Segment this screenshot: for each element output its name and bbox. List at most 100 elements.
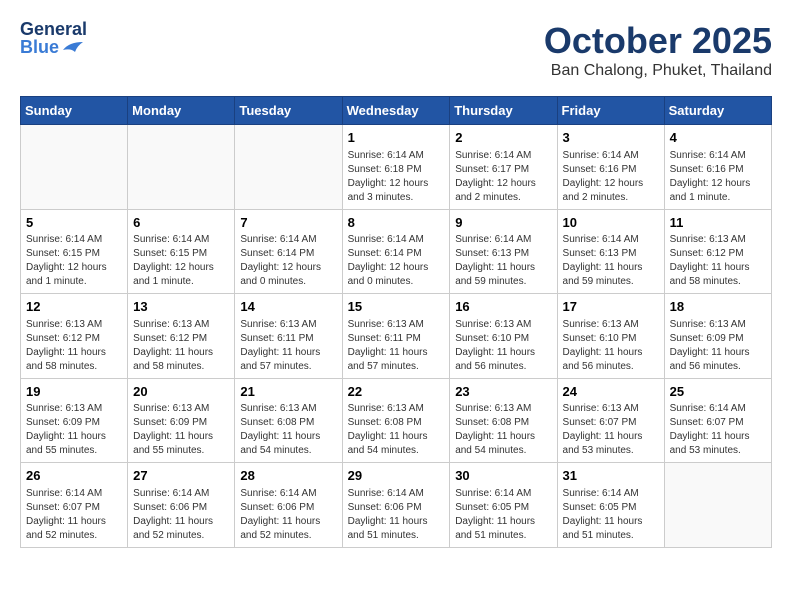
calendar-cell: 1 Sunrise: 6:14 AM Sunset: 6:18 PM Daylig… [342,125,450,210]
day-number: 12 [26,298,122,316]
day-number: 26 [26,467,122,485]
day-number: 10 [563,214,659,232]
day-info: Sunrise: 6:13 AM Sunset: 6:08 PM Dayligh… [240,402,336,458]
calendar-cell [235,125,342,210]
weekday-header-sunday: Sunday [21,97,128,125]
day-number: 18 [670,298,766,316]
day-number: 16 [455,298,551,316]
weekday-header-tuesday: Tuesday [235,97,342,125]
week-row-3: 12 Sunrise: 6:13 AM Sunset: 6:12 PM Dayli… [21,294,772,379]
calendar-cell: 17 Sunrise: 6:13 AM Sunset: 6:10 PM Dayli… [557,294,664,379]
day-info: Sunrise: 6:13 AM Sunset: 6:09 PM Dayligh… [26,402,122,458]
day-number: 28 [240,467,336,485]
title-block: October 2025 Ban Chalong, Phuket, Thaila… [544,20,772,80]
calendar-cell: 7Sunrise: 6:14 AM Sunset: 6:14 PM Daylig… [235,209,342,294]
day-number: 14 [240,298,336,316]
day-info: Sunrise: 6:14 AM Sunset: 6:07 PM Dayligh… [26,487,122,543]
day-info: Sunrise: 6:14 AM Sunset: 6:15 PM Dayligh… [133,233,229,289]
weekday-header-thursday: Thursday [450,97,557,125]
calendar-cell: 25Sunrise: 6:14 AM Sunset: 6:07 PM Dayli… [664,378,771,463]
calendar-cell: 8Sunrise: 6:14 AM Sunset: 6:14 PM Daylig… [342,209,450,294]
day-info: Sunrise: 6:14 AM Sunset: 6:06 PM Dayligh… [348,487,445,543]
weekday-header-monday: Monday [128,97,235,125]
day-number: 1 [348,129,445,147]
calendar-cell: 13 Sunrise: 6:13 AM Sunset: 6:12 PM Dayli… [128,294,235,379]
day-info: Sunrise: 6:13 AM Sunset: 6:11 PM Dayligh… [348,318,445,374]
calendar-cell: 5Sunrise: 6:14 AM Sunset: 6:15 PM Daylig… [21,209,128,294]
day-number: 31 [563,467,659,485]
day-number: 17 [563,298,659,316]
logo: General Blue [20,20,87,56]
calendar-cell: 20Sunrise: 6:13 AM Sunset: 6:09 PM Dayli… [128,378,235,463]
day-number: 23 [455,383,551,401]
day-info: Sunrise: 6:13 AM Sunset: 6:09 PM Dayligh… [133,402,229,458]
day-number: 22 [348,383,445,401]
day-info: Sunrise: 6:14 AM Sunset: 6:16 PM Dayligh… [670,149,766,205]
weekday-header-saturday: Saturday [664,97,771,125]
calendar-cell: 30 Sunrise: 6:14 AM Sunset: 6:05 PM Dayli… [450,463,557,548]
day-number: 7 [240,214,336,232]
week-row-5: 26 Sunrise: 6:14 AM Sunset: 6:07 PM Dayli… [21,463,772,548]
weekday-header-wednesday: Wednesday [342,97,450,125]
calendar-cell: 26 Sunrise: 6:14 AM Sunset: 6:07 PM Dayli… [21,463,128,548]
day-info: Sunrise: 6:13 AM Sunset: 6:07 PM Dayligh… [563,402,659,458]
calendar-cell: 28Sunrise: 6:14 AM Sunset: 6:06 PM Dayli… [235,463,342,548]
calendar-cell: 10Sunrise: 6:14 AM Sunset: 6:13 PM Dayli… [557,209,664,294]
calendar-cell: 18 Sunrise: 6:13 AM Sunset: 6:09 PM Dayli… [664,294,771,379]
month-title: October 2025 [544,20,772,62]
day-info: Sunrise: 6:14 AM Sunset: 6:06 PM Dayligh… [133,487,229,543]
week-row-2: 5 Sunrise: 6:14 AM Sunset: 6:15 PM Daylig… [21,209,772,294]
day-info: Sunrise: 6:13 AM Sunset: 6:09 PM Dayligh… [670,318,766,374]
calendar-cell: 9Sunrise: 6:14 AM Sunset: 6:13 PM Daylig… [450,209,557,294]
day-number: 30 [455,467,551,485]
calendar-cell: 11Sunrise: 6:13 AM Sunset: 6:12 PM Dayli… [664,209,771,294]
calendar-cell: 21Sunrise: 6:13 AM Sunset: 6:08 PM Dayli… [235,378,342,463]
day-number: 4 [670,129,766,147]
day-number: 3 [563,129,659,147]
day-info: Sunrise: 6:14 AM Sunset: 6:14 PM Dayligh… [348,233,445,289]
calendar-cell: 4 Sunrise: 6:14 AM Sunset: 6:16 PM Daylig… [664,125,771,210]
calendar-cell: 12 Sunrise: 6:13 AM Sunset: 6:12 PM Dayli… [21,294,128,379]
day-info: Sunrise: 6:14 AM Sunset: 6:14 PM Dayligh… [240,233,336,289]
day-number: 24 [563,383,659,401]
day-info: Sunrise: 6:13 AM Sunset: 6:12 PM Dayligh… [26,318,122,374]
day-info: Sunrise: 6:13 AM Sunset: 6:12 PM Dayligh… [670,233,766,289]
day-info: Sunrise: 6:14 AM Sunset: 6:05 PM Dayligh… [563,487,659,543]
logo-wing-icon [61,40,83,54]
calendar-cell [664,463,771,548]
day-info: Sunrise: 6:13 AM Sunset: 6:10 PM Dayligh… [563,318,659,374]
day-number: 15 [348,298,445,316]
day-info: Sunrise: 6:14 AM Sunset: 6:18 PM Dayligh… [348,149,445,205]
day-info: Sunrise: 6:13 AM Sunset: 6:08 PM Dayligh… [455,402,551,458]
day-number: 29 [348,467,445,485]
weekday-header-friday: Friday [557,97,664,125]
calendar-cell: 24Sunrise: 6:13 AM Sunset: 6:07 PM Dayli… [557,378,664,463]
day-info: Sunrise: 6:14 AM Sunset: 6:17 PM Dayligh… [455,149,551,205]
day-info: Sunrise: 6:13 AM Sunset: 6:11 PM Dayligh… [240,318,336,374]
day-info: Sunrise: 6:13 AM Sunset: 6:08 PM Dayligh… [348,402,445,458]
calendar-cell: 19Sunrise: 6:13 AM Sunset: 6:09 PM Dayli… [21,378,128,463]
calendar-cell: 15 Sunrise: 6:13 AM Sunset: 6:11 PM Dayli… [342,294,450,379]
calendar-cell [128,125,235,210]
calendar-cell: 14 Sunrise: 6:13 AM Sunset: 6:11 PM Dayli… [235,294,342,379]
day-number: 8 [348,214,445,232]
week-row-4: 19Sunrise: 6:13 AM Sunset: 6:09 PM Dayli… [21,378,772,463]
day-number: 25 [670,383,766,401]
day-number: 13 [133,298,229,316]
weekday-header-row: SundayMondayTuesdayWednesdayThursdayFrid… [21,97,772,125]
logo-blue: Blue [20,38,59,56]
day-info: Sunrise: 6:14 AM Sunset: 6:16 PM Dayligh… [563,149,659,205]
logo-general: General [20,20,87,38]
calendar-cell: 16Sunrise: 6:13 AM Sunset: 6:10 PM Dayli… [450,294,557,379]
day-info: Sunrise: 6:14 AM Sunset: 6:13 PM Dayligh… [455,233,551,289]
calendar-cell: 2 Sunrise: 6:14 AM Sunset: 6:17 PM Daylig… [450,125,557,210]
day-info: Sunrise: 6:13 AM Sunset: 6:12 PM Dayligh… [133,318,229,374]
calendar-cell: 27Sunrise: 6:14 AM Sunset: 6:06 PM Dayli… [128,463,235,548]
day-info: Sunrise: 6:14 AM Sunset: 6:05 PM Dayligh… [455,487,551,543]
day-number: 5 [26,214,122,232]
day-number: 2 [455,129,551,147]
calendar-table: SundayMondayTuesdayWednesdayThursdayFrid… [20,96,772,548]
calendar-cell: 29 Sunrise: 6:14 AM Sunset: 6:06 PM Dayli… [342,463,450,548]
calendar-cell: 6Sunrise: 6:14 AM Sunset: 6:15 PM Daylig… [128,209,235,294]
day-number: 21 [240,383,336,401]
